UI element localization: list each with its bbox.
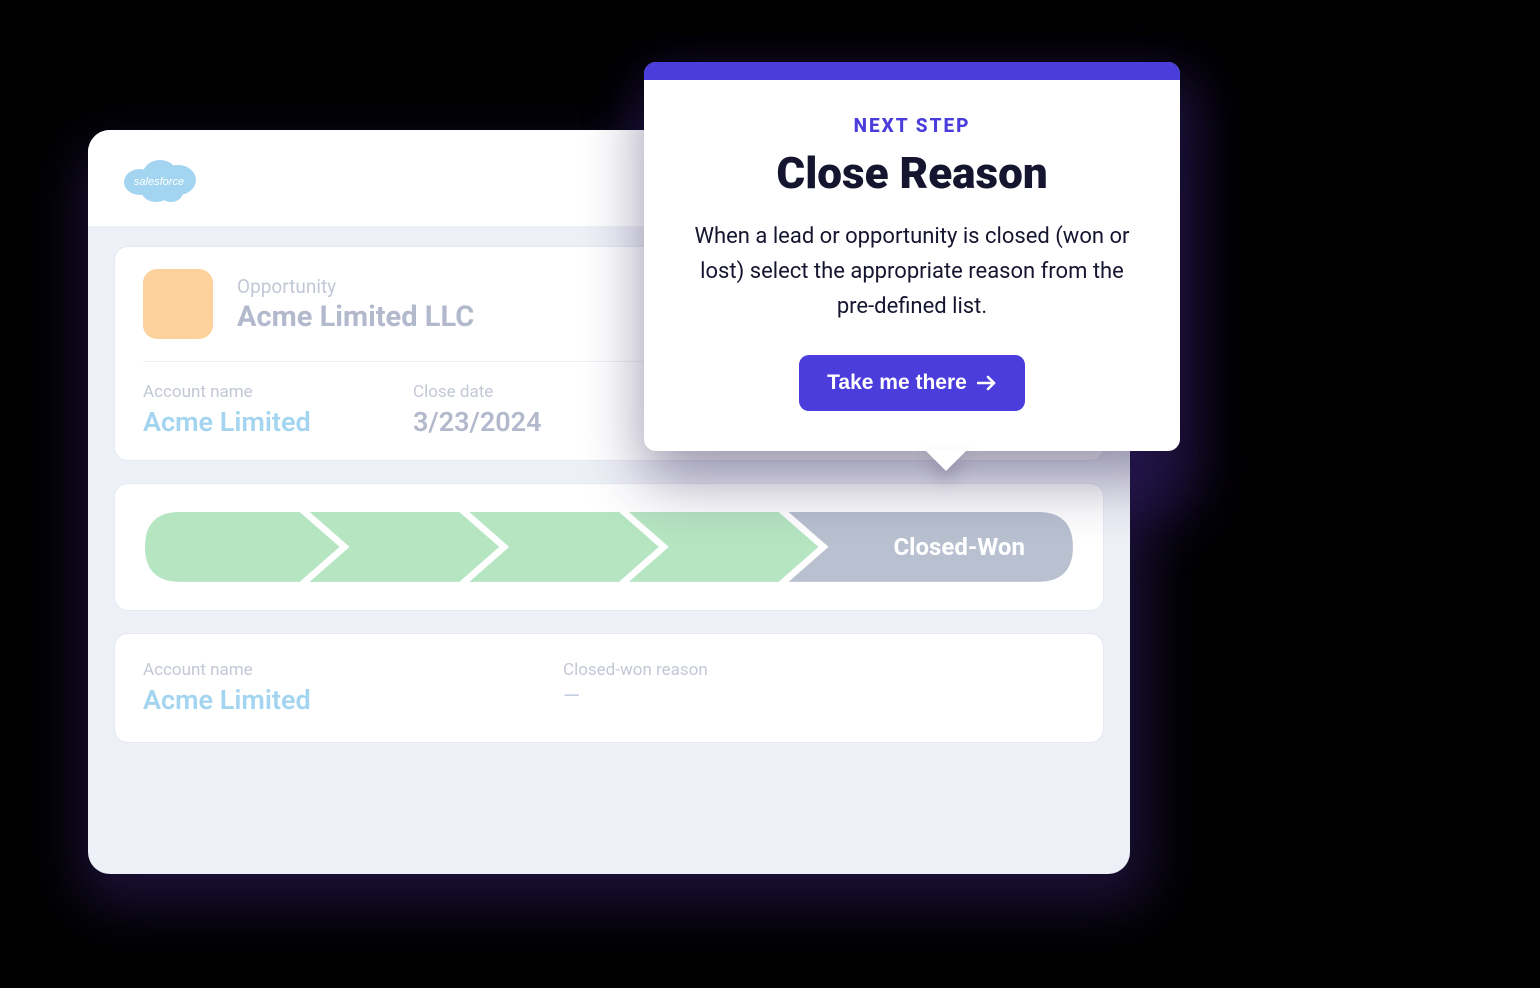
stage-item[interactable]	[320, 512, 495, 582]
stage-item[interactable]	[495, 512, 670, 582]
field-label: Account name	[143, 660, 323, 680]
detail-panel: Account name Acme Limited Closed-won rea…	[114, 633, 1104, 743]
opportunity-icon	[143, 269, 213, 339]
account-name-link[interactable]: Acme Limited	[143, 406, 323, 438]
callout-title: Close Reason	[684, 147, 1140, 199]
field-label: Closed-won reason	[563, 660, 743, 680]
svg-text:salesforce: salesforce	[134, 176, 184, 188]
account-name-link[interactable]: Acme Limited	[143, 684, 323, 716]
salesforce-logo-icon: salesforce	[116, 148, 202, 208]
stage-path-panel: Closed-Won	[114, 483, 1104, 611]
account-name-field: Account name Acme Limited	[143, 382, 323, 438]
callout-accent-bar	[644, 62, 1180, 80]
closed-won-reason-value[interactable]: —	[563, 684, 743, 709]
stage-label: Closed-Won	[845, 512, 1073, 582]
stage-item[interactable]	[670, 512, 845, 582]
stage-path: Closed-Won	[145, 512, 1073, 582]
callout-description: When a lead or opportunity is closed (wo…	[684, 219, 1140, 325]
callout-pointer-icon	[924, 449, 968, 471]
closed-won-reason-field: Closed-won reason —	[563, 660, 743, 716]
cta-label: Take me there	[827, 371, 967, 395]
stage-item[interactable]	[145, 512, 320, 582]
field-label: Account name	[143, 382, 323, 402]
next-step-callout: NEXT STEP Close Reason When a lead or op…	[644, 62, 1180, 451]
close-date-value: 3/23/2024	[413, 406, 593, 438]
take-me-there-button[interactable]: Take me there	[799, 355, 1025, 411]
close-date-field: Close date 3/23/2024	[413, 382, 593, 438]
callout-eyebrow: NEXT STEP	[684, 114, 1140, 137]
stage-item-closed-won[interactable]: Closed-Won	[845, 512, 1073, 582]
field-label: Close date	[413, 382, 593, 402]
arrow-right-icon	[977, 375, 997, 391]
account-name-field: Account name Acme Limited	[143, 660, 323, 716]
